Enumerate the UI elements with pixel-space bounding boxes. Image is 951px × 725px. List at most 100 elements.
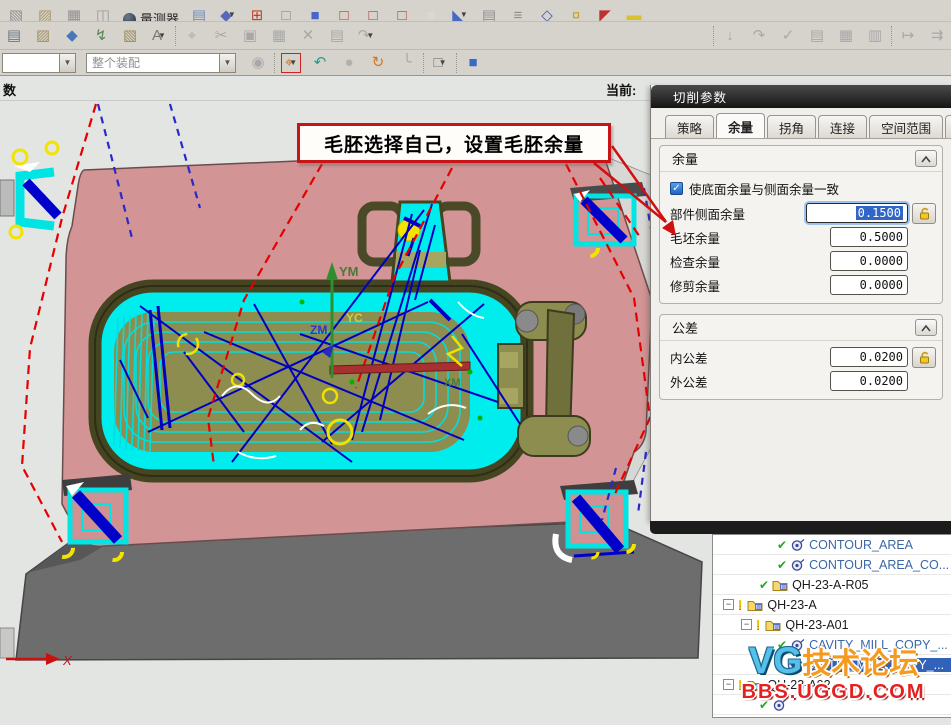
tree-list-icon[interactable]: ≡▼: [508, 2, 528, 22]
blank-stock-input[interactable]: 0.5000: [830, 227, 908, 247]
new-part-icon[interactable]: ▧: [6, 2, 26, 22]
dialog-bottom-bar[interactable]: [650, 521, 951, 534]
check-stock-input[interactable]: 0.0000: [830, 251, 908, 271]
sketch-diamond-icon[interactable]: ◆▼: [218, 2, 238, 22]
cutting-parameters-dialog: 切削参数 策略余量拐角连接空间范围更多 余量 ✓ 使底面余量与侧面余量一致 部件…: [650, 85, 951, 521]
dropdown-caret-icon[interactable]: ▼: [460, 11, 468, 19]
tree-row[interactable]: − ✔ ! CONTOUR_AREA_CO...: [713, 555, 951, 575]
rectangle-select-icon[interactable]: □▼: [430, 53, 450, 73]
diamond-outline-icon[interactable]: ◇▼: [537, 2, 557, 22]
gray-cube-icon[interactable]: □▼: [276, 2, 296, 22]
chevron-down-icon[interactable]: ▼: [59, 54, 75, 72]
check-stock-label: 检查余量: [670, 252, 830, 271]
tree-row[interactable]: − ✔ ! CAVITY_MILL_COPY_...: [713, 635, 951, 655]
part-side-stock-input[interactable]: 0.1500: [806, 203, 908, 223]
assembly-navigator-icon[interactable]: ▤▼: [4, 26, 24, 46]
shop-doc-icon[interactable]: ▥: [865, 26, 885, 46]
tree-row[interactable]: − ✔ !: [713, 695, 951, 715]
part-side-stock-label: 部件侧面余量: [670, 204, 806, 223]
tree-row[interactable]: − ✔ ! CAVITY_MILL_COPY_...: [713, 655, 951, 675]
collapse-expander-icon[interactable]: −: [723, 599, 734, 610]
inner-tolerance-input[interactable]: 0.0200: [830, 347, 908, 367]
red-flag-icon[interactable]: ◤▼: [595, 2, 615, 22]
unlock-icon[interactable]: [912, 347, 936, 368]
dialog-tab[interactable]: 空间范围: [869, 115, 943, 138]
dialog-tab[interactable]: 拐角: [767, 115, 816, 138]
batch-process-icon[interactable]: ⇉: [927, 26, 947, 46]
tree-row[interactable]: − ✔ ! QH-23-A02: [713, 675, 951, 695]
robot-arm-icon[interactable]: ↯▼: [91, 26, 111, 46]
dropdown-caret-icon[interactable]: ▼: [158, 32, 166, 40]
red-cube-2-icon[interactable]: □▼: [363, 2, 383, 22]
transform-operation-icon[interactable]: ↷▼: [356, 26, 376, 46]
copy-operation-icon[interactable]: ▣▼: [240, 26, 260, 46]
curve-hook-icon[interactable]: ╰▼: [397, 53, 417, 73]
print-icon[interactable]: ◫: [93, 2, 113, 22]
collapse-button[interactable]: [915, 319, 937, 336]
output-clsf-icon[interactable]: ↦: [898, 26, 918, 46]
blue-cube-icon[interactable]: ■▼: [305, 2, 325, 22]
trim-stock-label: 修剪余量: [670, 276, 830, 295]
replay-toolpath-icon[interactable]: ↷: [749, 26, 769, 46]
red-cube-3-icon[interactable]: □▼: [392, 2, 412, 22]
generate-toolpath-icon[interactable]: ↓: [720, 26, 740, 46]
same-bottom-side-stock-checkbox[interactable]: ✓: [670, 182, 683, 195]
geometry-cube-icon[interactable]: ▧▼: [120, 26, 140, 46]
selection-filter-combo[interactable]: ▼: [2, 53, 76, 73]
list-toolpath-icon[interactable]: ▤: [807, 26, 827, 46]
dropdown-caret-icon[interactable]: ▼: [289, 59, 297, 67]
dialog-tab[interactable]: 策略: [665, 115, 714, 138]
red-cube-1-icon[interactable]: □▼: [334, 2, 354, 22]
collapse-expander-icon[interactable]: −: [723, 679, 734, 690]
form-list-icon[interactable]: ▤▼: [189, 2, 209, 22]
milling-operation-icon: [790, 558, 805, 571]
program-group-icon: [765, 618, 781, 631]
cut-operation-icon[interactable]: ✂▼: [211, 26, 231, 46]
blank-swatch-icon[interactable]: ■▼: [421, 2, 441, 22]
blue-flag-icon[interactable]: ◣▼: [450, 2, 470, 22]
abc-annotation-icon[interactable]: A▼: [149, 26, 169, 46]
unlock-icon[interactable]: [912, 203, 936, 224]
dropdown-caret-icon[interactable]: ▼: [439, 59, 447, 67]
binoculars-icon[interactable]: ◉: [248, 53, 268, 73]
open-part-icon[interactable]: ▨: [35, 2, 55, 22]
layers-icon[interactable]: ▨▼: [33, 26, 53, 46]
undo-icon[interactable]: ↶▼: [310, 53, 330, 73]
collapse-expander-icon[interactable]: −: [741, 619, 752, 630]
delete-operation-icon[interactable]: ✕▼: [298, 26, 318, 46]
tree-row[interactable]: − ✔ ! QH-23-A-R05: [713, 575, 951, 595]
machine-simulate-icon[interactable]: ▦: [836, 26, 856, 46]
regenerate-status-icon: !: [777, 657, 781, 672]
key-icon[interactable]: ¤▼: [566, 2, 586, 22]
sheet-icon[interactable]: ▤▼: [479, 2, 499, 22]
outer-tolerance-input[interactable]: 0.0200: [830, 371, 908, 391]
collapse-button[interactable]: [915, 150, 937, 167]
create-tool-icon[interactable]: ◆▼: [62, 26, 82, 46]
tree-row[interactable]: − ✔ ! CONTOUR_AREA: [713, 535, 951, 555]
snap-point-icon[interactable]: ⌖▼: [281, 53, 301, 73]
dropdown-caret-icon[interactable]: ▼: [366, 32, 374, 40]
dialog-tab[interactable]: 更多: [945, 115, 951, 138]
dialog-tab[interactable]: 连接: [818, 115, 867, 138]
shaded-view-cube-icon[interactable]: ■: [463, 53, 483, 73]
dropdown-caret-icon[interactable]: ▼: [228, 11, 236, 19]
paste-operation-icon[interactable]: ▦▼: [269, 26, 289, 46]
rotate-view-icon[interactable]: ↻▼: [368, 53, 388, 73]
edit-operation-icon[interactable]: ⌖▼: [182, 26, 202, 46]
object-info-icon[interactable]: ▤▼: [327, 26, 347, 46]
dialog-tab[interactable]: 余量: [716, 113, 765, 139]
ruler-icon[interactable]: ▬▼: [624, 2, 644, 22]
operation-navigator-tree: − ✔ ! CONTOUR_AREA − ✔ ! CONTOUR_AREA_CO…: [712, 534, 951, 718]
selection-scope-combo[interactable]: 整个装配 ▼: [86, 53, 236, 73]
milling-operation-icon: [786, 658, 801, 671]
tree-row[interactable]: − ✔ ! QH-23-A: [713, 595, 951, 615]
red-grid-icon[interactable]: ⊞▼: [247, 2, 267, 22]
save-part-icon[interactable]: ▦: [64, 2, 84, 22]
measure-tool-button[interactable]: 量测器: [123, 2, 179, 22]
verify-toolpath-icon[interactable]: ✓: [778, 26, 798, 46]
chevron-down-icon[interactable]: ▼: [219, 54, 235, 72]
pan-icon[interactable]: ●▼: [339, 53, 359, 73]
tree-row[interactable]: − ✔ ! QH-23-A01: [713, 615, 951, 635]
dialog-title-bar[interactable]: 切削参数: [651, 85, 951, 108]
trim-stock-input[interactable]: 0.0000: [830, 275, 908, 295]
